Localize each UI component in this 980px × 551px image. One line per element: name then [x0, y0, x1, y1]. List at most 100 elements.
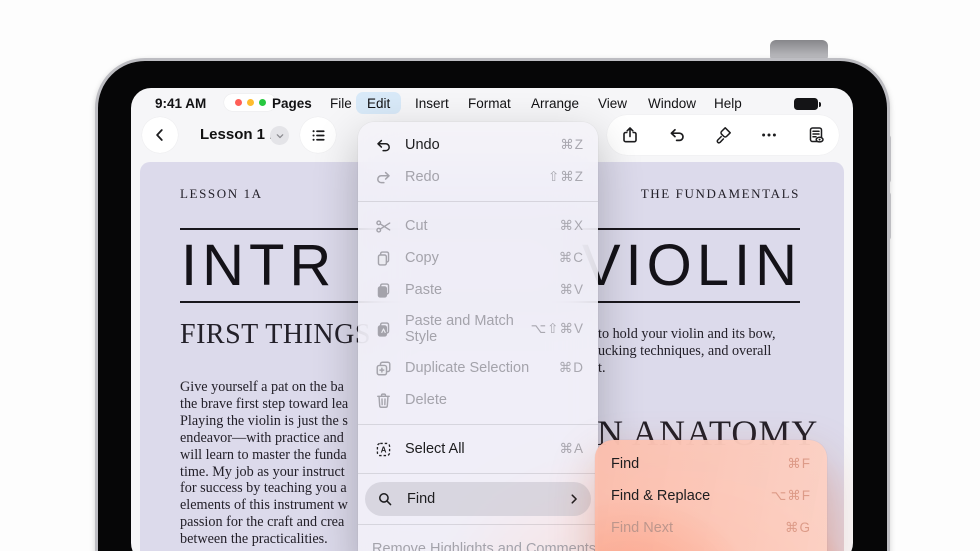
menu-item-label: Paste and Match Style — [405, 313, 520, 345]
menu-app-name[interactable]: Pages — [272, 96, 312, 111]
body-paragraph-left: Give yourself a pat on the ba the brave … — [180, 379, 348, 548]
menu-item-undo[interactable]: Undo ⌘Z — [358, 129, 598, 161]
menu-format[interactable]: Format — [468, 96, 511, 111]
paintbrush-icon — [713, 125, 733, 145]
menu-item-select-all[interactable]: A Select All ⌘A — [358, 433, 598, 465]
submenu-item-label: Find & Replace — [611, 488, 771, 504]
chevron-right-icon — [567, 492, 581, 506]
list-icon — [309, 126, 328, 145]
close-window-dot[interactable] — [235, 99, 242, 106]
menu-separator — [358, 424, 598, 425]
menu-item-label: Delete — [405, 392, 573, 408]
menu-separator — [358, 524, 598, 525]
menu-item-paste[interactable]: Paste ⌘V — [358, 274, 598, 306]
undo-icon — [667, 125, 687, 145]
menu-arrange[interactable]: Arrange — [531, 96, 579, 111]
trash-icon — [372, 391, 394, 410]
stage: 9:41 AM Pages File Edit Insert Format Ar… — [0, 0, 980, 551]
submenu-item-find[interactable]: Find ⌘F — [595, 448, 827, 480]
menu-item-cut[interactable]: Cut ⌘X — [358, 210, 598, 242]
body-line: passion for the craft and crea — [180, 514, 348, 531]
menu-item-redo[interactable]: Redo ⇧⌘Z — [358, 161, 598, 193]
battery-icon — [794, 98, 818, 110]
menu-item-label: Find — [407, 491, 556, 507]
back-button[interactable] — [142, 117, 178, 153]
menu-item-label: Select All — [405, 441, 548, 457]
chevron-left-icon — [151, 126, 169, 144]
menu-item-label: Redo — [405, 169, 537, 185]
window-traffic-lights[interactable] — [224, 94, 276, 111]
paste-icon — [372, 281, 394, 300]
document-main-title-left: INTR — [181, 236, 336, 296]
edit-menu: Undo ⌘Z Redo ⇧⌘Z Cut ⌘X Copy ⌘C Paste — [358, 122, 598, 551]
menu-item-delete[interactable]: Delete — [358, 384, 598, 416]
menu-item-label: Remove Highlights and Comments — [372, 541, 596, 551]
menu-item-shortcut: ⇧⌘Z — [548, 169, 584, 185]
share-button[interactable] — [615, 120, 645, 150]
format-brush-button[interactable] — [708, 120, 738, 150]
menu-item-shortcut: ⌘C — [559, 250, 584, 266]
body-line: the brave first step toward lea — [180, 396, 348, 413]
submenu-item-find-next[interactable]: Find Next ⌘G — [595, 512, 827, 544]
submenu-item-find-and-replace[interactable]: Find & Replace ⌥⌘F — [595, 480, 827, 512]
document-view-icon — [806, 125, 826, 145]
document-title-menu-button[interactable] — [270, 126, 289, 145]
menu-edit[interactable]: Edit — [356, 92, 401, 114]
undo-button[interactable] — [662, 120, 692, 150]
redo-icon — [372, 168, 394, 187]
submenu-item-label: Find — [611, 456, 787, 472]
minimize-window-dot[interactable] — [247, 99, 254, 106]
submenu-item-shortcut: ⌘F — [787, 456, 811, 472]
menu-item-shortcut: ⌥⇧⌘V — [531, 321, 584, 337]
menu-item-find[interactable]: Find — [365, 482, 591, 516]
table-of-contents-button[interactable] — [300, 117, 336, 153]
clock: 9:41 AM — [155, 96, 206, 111]
menu-view[interactable]: View — [598, 96, 627, 111]
menu-separator — [358, 473, 598, 474]
menu-item-shortcut: ⌘D — [559, 360, 584, 376]
menu-item-shortcut: ⌘X — [559, 218, 584, 234]
menu-window[interactable]: Window — [648, 96, 696, 111]
menu-item-label: Cut — [405, 218, 548, 234]
menu-item-copy[interactable]: Copy ⌘C — [358, 242, 598, 274]
view-options-button[interactable] — [801, 120, 831, 150]
submenu-item-shortcut: ⌘G — [785, 520, 811, 536]
menu-item-shortcut: ⌘V — [559, 282, 584, 298]
menu-file[interactable]: File — [330, 96, 352, 111]
menu-item-label: Undo — [405, 137, 549, 153]
body-line: to hold your violin and its bow, — [598, 326, 776, 343]
scissors-icon — [372, 217, 394, 236]
share-icon — [620, 125, 640, 145]
duplicate-icon — [372, 359, 394, 378]
undo-icon — [372, 136, 394, 155]
ellipsis-icon — [759, 125, 779, 145]
search-icon — [374, 490, 396, 508]
svg-text:A: A — [380, 445, 386, 454]
menu-item-remove-highlights-and-comments[interactable]: Remove Highlights and Comments — [358, 533, 598, 551]
body-line: will learn to master the funda — [180, 447, 348, 464]
fundamentals-eyebrow: THE FUNDAMENTALS — [641, 186, 800, 202]
menu-help[interactable]: Help — [714, 96, 742, 111]
find-submenu: Find ⌘F Find & Replace ⌥⌘F Find Next ⌘G — [595, 440, 827, 551]
paste-match-style-icon — [372, 320, 394, 339]
section-heading-left: FIRST THINGS — [180, 319, 371, 351]
document-main-title-right: VIOLIN — [582, 236, 802, 296]
body-line: for success by teaching you a — [180, 480, 348, 497]
body-line: t. — [598, 360, 776, 377]
ipad-screen: 9:41 AM Pages File Edit Insert Format Ar… — [131, 88, 853, 551]
more-button[interactable] — [754, 120, 784, 150]
menu-item-label: Paste — [405, 282, 548, 298]
zoom-window-dot[interactable] — [259, 99, 266, 106]
copy-icon — [372, 249, 394, 268]
menu-item-shortcut: ⌘Z — [560, 137, 584, 153]
menu-item-shortcut: ⌘A — [559, 441, 584, 457]
toolbar-actions — [607, 115, 839, 155]
menu-item-duplicate-selection[interactable]: Duplicate Selection ⌘D — [358, 352, 598, 384]
body-line: between the practicalities. — [180, 531, 348, 548]
menu-item-label: Duplicate Selection — [405, 360, 548, 376]
lesson-eyebrow: LESSON 1A — [180, 186, 263, 202]
menu-item-paste-and-match-style[interactable]: Paste and Match Style ⌥⇧⌘V — [358, 306, 598, 352]
submenu-item-label: Find Next — [611, 520, 785, 536]
body-line: time. My job as your instruct — [180, 464, 348, 481]
menu-insert[interactable]: Insert — [415, 96, 449, 111]
